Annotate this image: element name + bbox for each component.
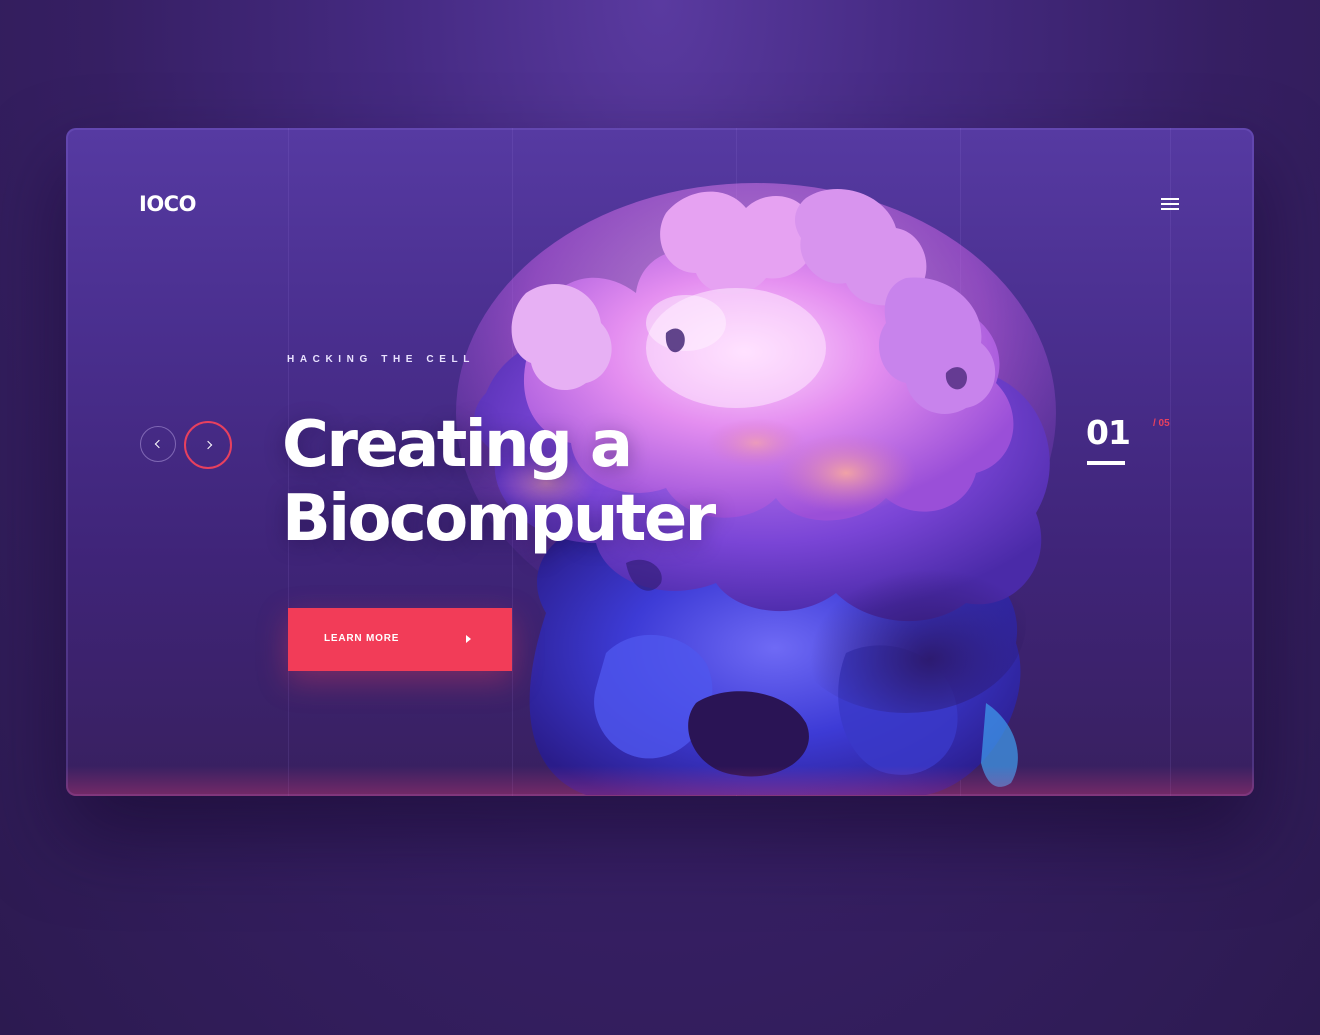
previous-slide-button[interactable]	[140, 426, 176, 462]
chevron-right-icon	[203, 440, 213, 450]
slide-total-number: / 05	[1153, 418, 1170, 429]
page-title: Creating a Biocomputer	[282, 408, 842, 556]
play-arrow-icon	[466, 635, 471, 643]
chevron-left-icon	[154, 439, 164, 449]
slide-indicator-underline	[1087, 461, 1125, 465]
learn-more-label: LEARN MORE	[324, 633, 400, 644]
learn-more-button[interactable]: LEARN MORE	[288, 608, 512, 671]
slide-current-number: 01	[1086, 413, 1131, 452]
hamburger-icon[interactable]	[1158, 195, 1182, 215]
eyebrow-label: HACKING THE CELL	[287, 354, 475, 365]
bottom-glow	[66, 766, 1254, 796]
hero-card: IOCO HACKING THE CELL Creating a Biocomp…	[66, 128, 1254, 796]
headline-line-1: Creating a	[282, 408, 633, 482]
grid-line	[1170, 128, 1171, 796]
headline-line-2: Biocomputer	[282, 482, 716, 556]
logo[interactable]: IOCO	[139, 192, 196, 216]
next-slide-button[interactable]	[184, 421, 232, 469]
